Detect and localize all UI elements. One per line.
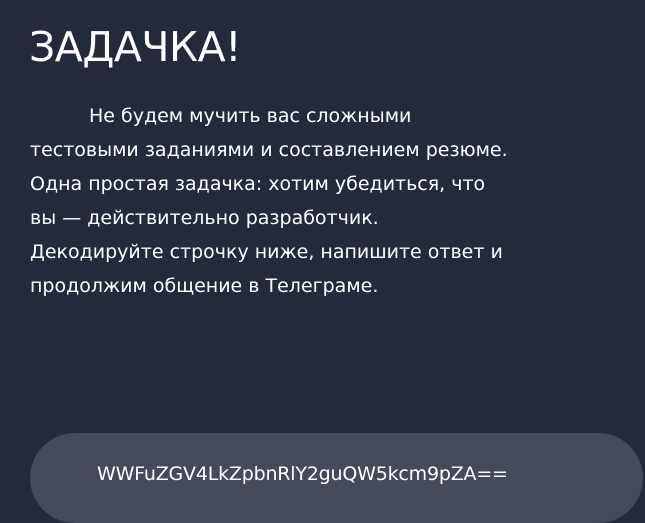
encoded-string-text[interactable]: WWFuZGV4LkZpbnRlY2guQW5kcm9pZA== [97, 460, 508, 488]
encoded-string-box[interactable]: WWFuZGV4LkZpbnRlY2guQW5kcm9pZA== [30, 433, 643, 523]
task-section: ЗАДАЧКА! Не будем мучить вас сложными те… [0, 0, 645, 523]
task-description: Не будем мучить вас сложными тестовыми з… [30, 105, 508, 297]
page-title: ЗАДАЧКА! [29, 23, 242, 71]
